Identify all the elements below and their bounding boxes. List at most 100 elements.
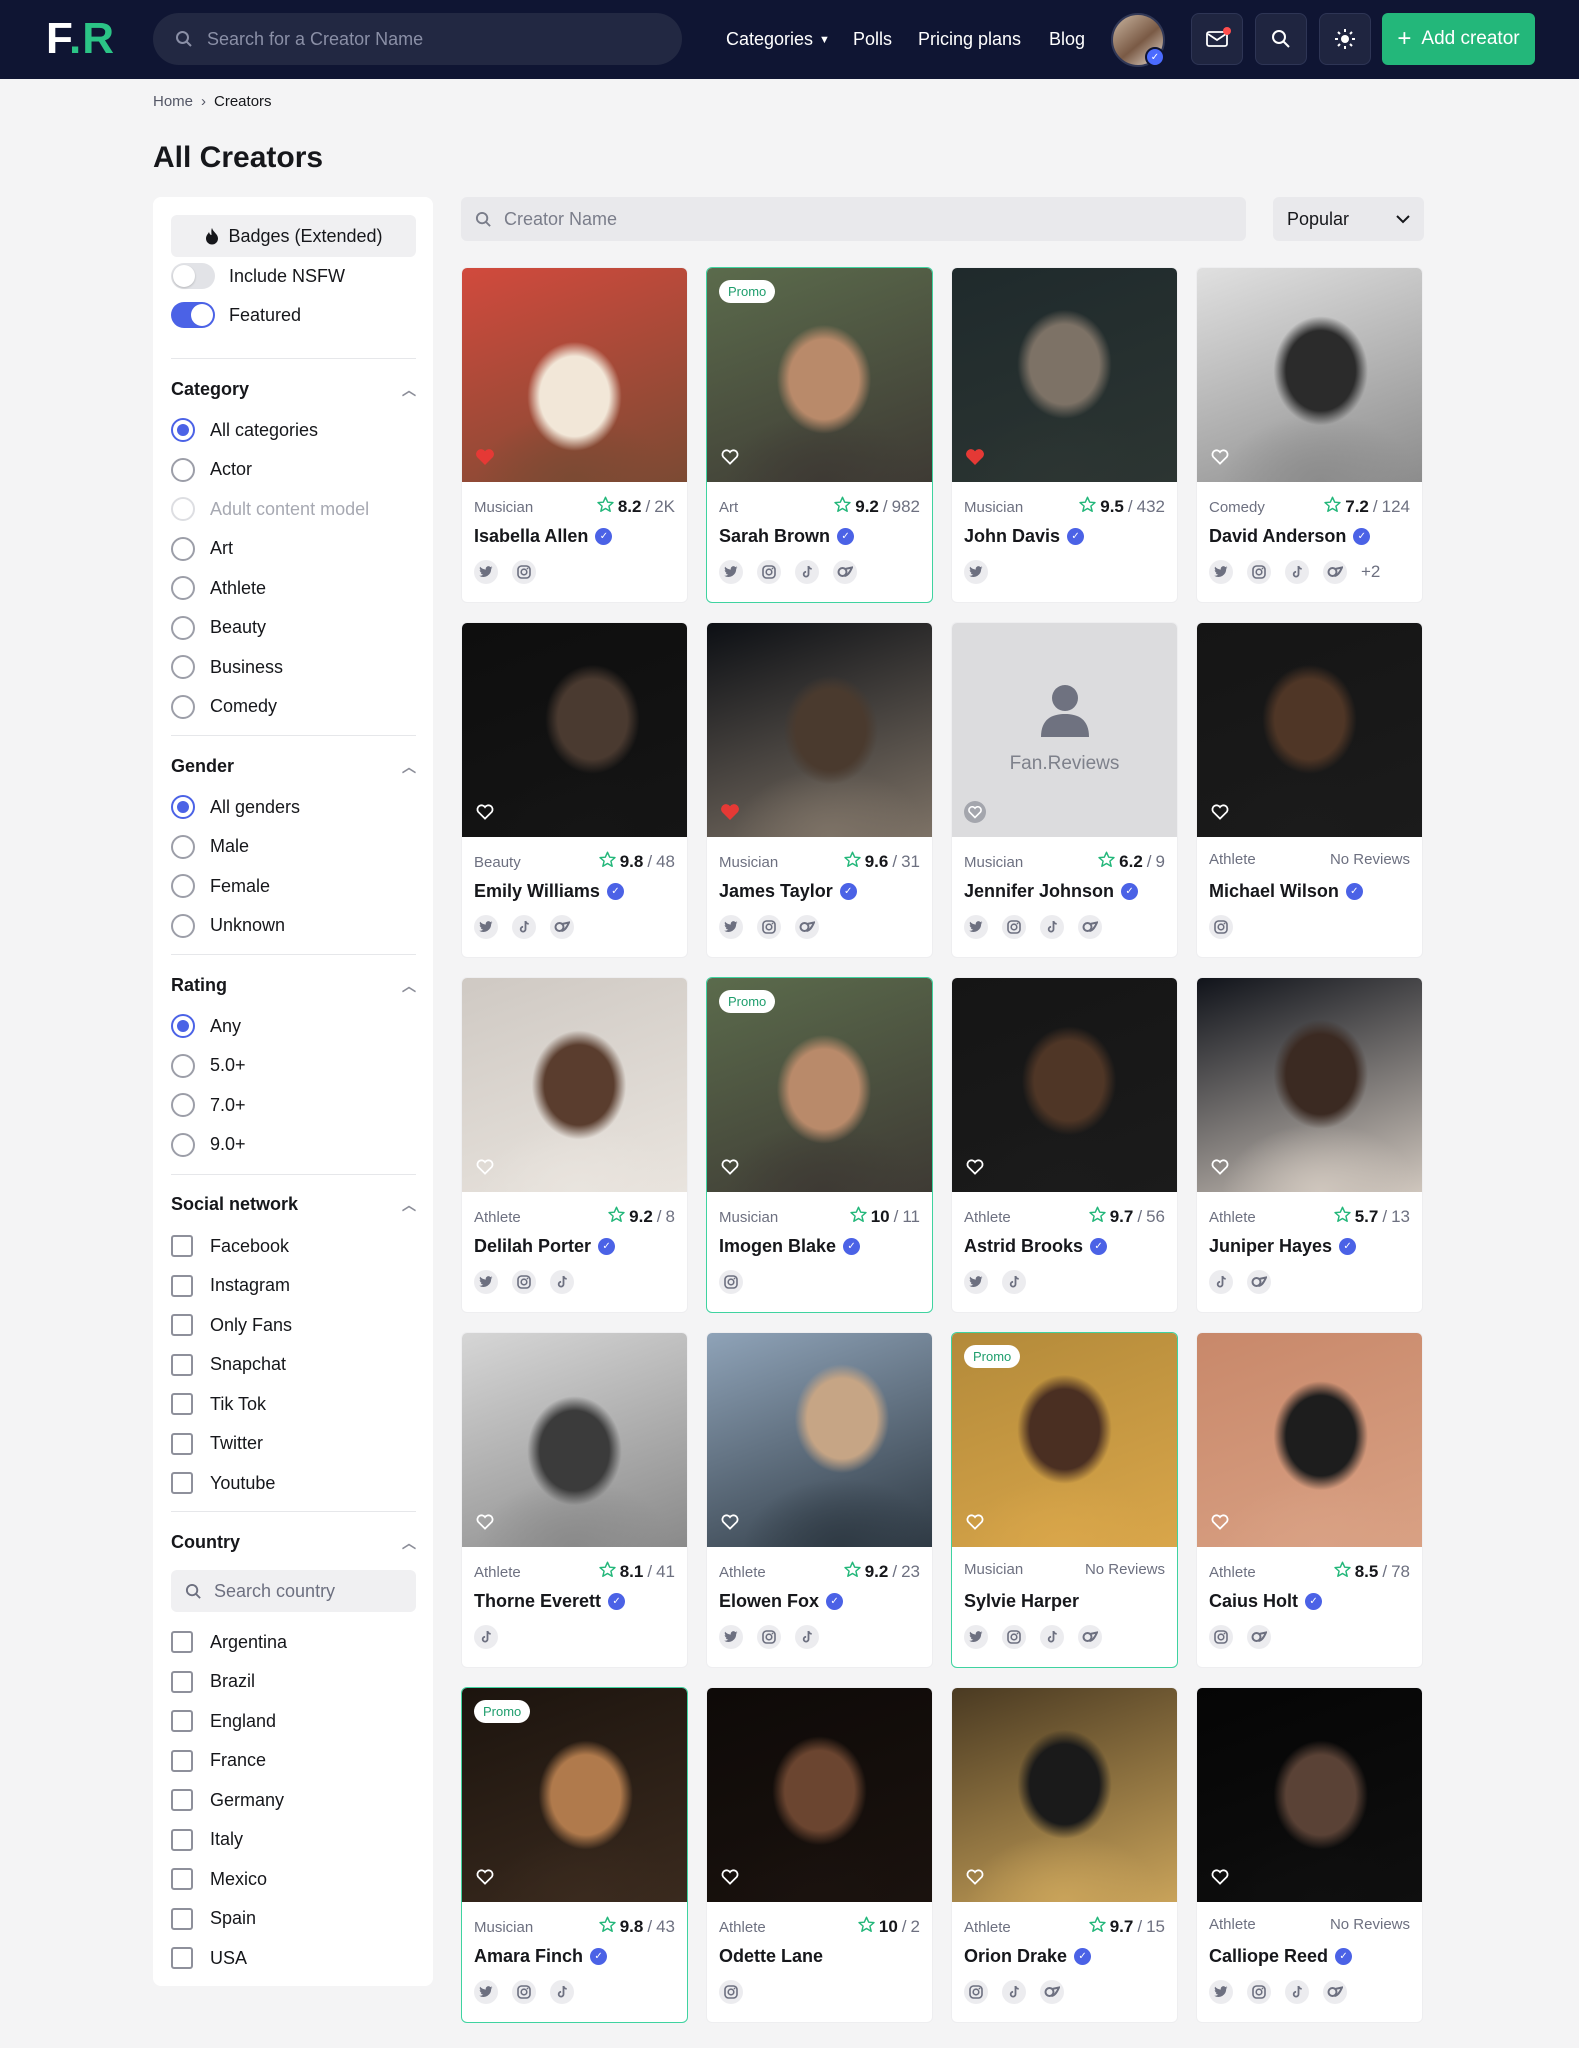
creator-name[interactable]: Isabella Allen ✓ [474, 526, 613, 547]
checkbox[interactable] [171, 1274, 193, 1297]
radio-button[interactable] [171, 457, 195, 482]
creator-card[interactable]: Athlete 8.1/41 Thorne Everett ✓ [461, 1332, 688, 1668]
tiktok-icon[interactable] [1040, 915, 1064, 939]
instagram-icon[interactable] [512, 560, 536, 584]
favorite-button[interactable] [964, 800, 986, 825]
twitter-icon[interactable] [719, 1625, 743, 1649]
twitter-icon[interactable] [1209, 560, 1233, 584]
radio-button[interactable] [171, 615, 195, 640]
creator-name[interactable]: Astrid Brooks ✓ [964, 1236, 1108, 1257]
creator-card[interactable]: Musician 9.6/31 James Taylor ✓ [706, 622, 933, 958]
toggle-switch[interactable] [171, 302, 215, 328]
creator-name[interactable]: Sylvie Harper [964, 1591, 1079, 1612]
checkbox[interactable] [171, 1907, 193, 1930]
radio-button[interactable] [171, 1014, 195, 1038]
onlyfans-icon[interactable] [1078, 915, 1102, 939]
creator-card[interactable]: Athlete 9.2/23 Elowen Fox ✓ [706, 1332, 933, 1668]
twitter-icon[interactable] [719, 560, 743, 584]
favorite-button[interactable] [719, 1513, 741, 1535]
radio-button[interactable] [171, 913, 195, 938]
radio-button[interactable] [171, 536, 195, 561]
category-option-all-categories[interactable]: All categories [171, 415, 318, 445]
tiktok-icon[interactable] [512, 915, 536, 939]
checkbox[interactable] [171, 1472, 193, 1494]
instagram-icon[interactable] [1247, 1980, 1271, 2004]
checkbox[interactable] [171, 1631, 193, 1653]
logo[interactable]: F.R [46, 16, 115, 62]
favorite-button[interactable] [719, 1868, 741, 1890]
favorite-button[interactable] [964, 1868, 986, 1890]
category-option-art[interactable]: Art [171, 534, 233, 564]
include-nsfw-toggle[interactable]: Include NSFW [171, 261, 345, 291]
creator-name-search-input[interactable]: Creator Name [461, 197, 1246, 241]
tiktok-icon[interactable] [1209, 1270, 1233, 1294]
featured-toggle[interactable]: Featured [171, 300, 301, 330]
country-option-france[interactable]: France [171, 1746, 266, 1776]
tiktok-icon[interactable] [550, 1980, 574, 2004]
onlyfans-icon[interactable] [1040, 1980, 1064, 2004]
tiktok-icon[interactable] [1285, 560, 1309, 584]
tiktok-icon[interactable] [1002, 1980, 1026, 2004]
favorite-button[interactable] [719, 1158, 741, 1180]
twitter-icon[interactable] [964, 1270, 988, 1294]
social-option-snapchat[interactable]: Snapchat [171, 1350, 286, 1380]
favorite-button[interactable] [474, 1513, 496, 1535]
onlyfans-icon[interactable] [795, 915, 819, 939]
checkbox[interactable] [171, 1947, 193, 1969]
twitter-icon[interactable] [1209, 1980, 1233, 2004]
creator-name[interactable]: Odette Lane [719, 1946, 823, 1967]
social-option-only-fans[interactable]: Only Fans [171, 1310, 292, 1340]
badges-button[interactable]: Badges (Extended) [171, 215, 416, 257]
country-option-usa[interactable]: USA [171, 1943, 247, 1973]
instagram-icon[interactable] [512, 1270, 536, 1294]
country-section-header[interactable]: Country ︿ [171, 1532, 416, 1553]
twitter-icon[interactable] [474, 560, 498, 584]
theme-toggle-button[interactable] [1319, 13, 1371, 65]
favorite-button[interactable] [474, 803, 496, 825]
onlyfans-icon[interactable] [1078, 1625, 1102, 1649]
creator-name[interactable]: Delilah Porter ✓ [474, 1236, 616, 1257]
tiktok-icon[interactable] [550, 1270, 574, 1294]
twitter-icon[interactable] [474, 1980, 498, 2004]
checkbox[interactable] [171, 1710, 193, 1732]
instagram-icon[interactable] [1002, 915, 1026, 939]
instagram-icon[interactable] [719, 1270, 743, 1294]
instagram-icon[interactable] [1247, 560, 1271, 584]
checkbox[interactable] [171, 1393, 193, 1415]
favorite-button[interactable] [1209, 1158, 1231, 1180]
country-option-italy[interactable]: Italy [171, 1825, 243, 1855]
onlyfans-icon[interactable] [833, 560, 857, 584]
social-option-youtube[interactable]: Youtube [171, 1468, 275, 1498]
creator-card[interactable]: Athlete No Reviews Michael Wilson ✓ [1196, 622, 1423, 958]
creator-name[interactable]: Imogen Blake ✓ [719, 1236, 861, 1257]
creator-card[interactable]: Musician 9.5/432 John Davis ✓ [951, 267, 1178, 603]
creator-name[interactable]: Thorne Everett ✓ [474, 1591, 626, 1612]
gender-option-unknown[interactable]: Unknown [171, 911, 285, 941]
radio-button[interactable] [171, 834, 195, 859]
creator-card[interactable]: Athlete 8.5/78 Caius Holt ✓ [1196, 1332, 1423, 1668]
toggle-switch[interactable] [171, 263, 215, 289]
favorite-button[interactable] [1209, 448, 1231, 470]
onlyfans-icon[interactable] [1247, 1270, 1271, 1294]
creator-name[interactable]: Amara Finch ✓ [474, 1946, 608, 1967]
favorite-button[interactable] [1209, 803, 1231, 825]
search-button[interactable] [1255, 13, 1307, 65]
favorite-button[interactable] [964, 1158, 986, 1180]
checkbox[interactable] [171, 1353, 193, 1376]
tiktok-icon[interactable] [474, 1625, 498, 1649]
nav-categories[interactable]: Categories ▼ [726, 0, 830, 79]
category-section-header[interactable]: Category ︿ [171, 379, 416, 400]
add-creator-button[interactable]: + Add creator [1382, 13, 1535, 65]
radio-button[interactable] [171, 795, 195, 819]
creator-card[interactable]: Athlete 9.7/56 Astrid Brooks ✓ [951, 977, 1178, 1313]
country-search-input[interactable]: Search country [171, 1570, 416, 1612]
social-option-instagram[interactable]: Instagram [171, 1271, 290, 1301]
gender-option-all-genders[interactable]: All genders [171, 792, 300, 822]
checkbox[interactable] [171, 1670, 193, 1693]
category-option-beauty[interactable]: Beauty [171, 613, 266, 643]
favorite-button[interactable] [1209, 1513, 1231, 1535]
checkbox[interactable] [171, 1432, 193, 1455]
gender-option-female[interactable]: Female [171, 871, 270, 901]
tiktok-icon[interactable] [1040, 1625, 1064, 1649]
twitter-icon[interactable] [964, 560, 988, 584]
